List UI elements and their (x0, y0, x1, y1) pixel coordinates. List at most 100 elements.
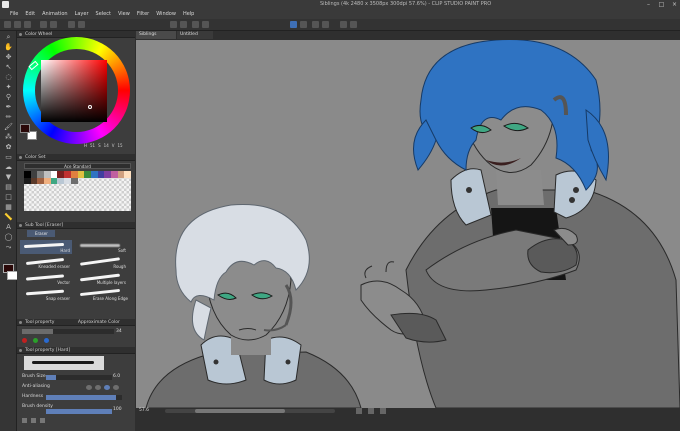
menu-select[interactable]: Select (96, 10, 111, 19)
wrench-icon[interactable] (31, 418, 36, 423)
color-swatch[interactable] (77, 171, 85, 178)
color-swatch[interactable] (44, 177, 51, 184)
rotate-left-icon[interactable] (356, 408, 362, 414)
menu-edit[interactable]: Edit (25, 10, 35, 19)
rotate-right-icon[interactable] (368, 408, 374, 414)
operation-icon[interactable]: ↖ (4, 63, 13, 71)
rotate-button[interactable] (350, 21, 357, 28)
ruler-icon[interactable]: 📏 (4, 213, 13, 221)
ruler-button[interactable] (312, 21, 319, 28)
saturation-value-square[interactable] (41, 60, 107, 122)
color-swatch[interactable] (124, 171, 131, 178)
color-swatch[interactable] (84, 171, 91, 178)
close-icon[interactable]: × (671, 1, 678, 8)
new-file-button[interactable] (4, 21, 11, 28)
blend-icon[interactable]: ☁ (4, 163, 13, 171)
move-icon[interactable]: ✥ (4, 53, 13, 61)
maximize-icon[interactable]: □ (658, 1, 665, 8)
color-swatch[interactable] (50, 177, 58, 184)
gradient-icon[interactable]: ▤ (4, 183, 13, 191)
main-color-indicator[interactable] (20, 124, 30, 133)
color-swatch[interactable] (24, 177, 31, 184)
color-set-header[interactable]: Color Set (17, 154, 135, 161)
menu-view[interactable]: View (118, 10, 130, 19)
brush-hard[interactable]: Hard (20, 240, 72, 254)
menu-window[interactable]: Window (156, 10, 176, 19)
grid-button[interactable] (322, 21, 329, 28)
snap-button[interactable] (170, 21, 177, 28)
brush-vector[interactable]: Vector (20, 272, 72, 286)
pencil-icon[interactable]: ✏ (4, 113, 13, 121)
brush-snap-eraser[interactable]: Snap eraser (20, 288, 72, 302)
color-swatch[interactable] (110, 171, 118, 178)
undo-button[interactable] (40, 21, 47, 28)
text-icon[interactable]: A (4, 223, 13, 231)
lasso-icon[interactable]: ◌ (4, 73, 13, 81)
frame-icon[interactable]: ▦ (4, 203, 13, 211)
fit-icon[interactable] (380, 408, 386, 414)
aa-medium-button[interactable] (104, 385, 110, 390)
blue-dot-icon[interactable] (44, 338, 49, 343)
pen-icon[interactable]: ✒ (4, 103, 13, 111)
zoom-icon[interactable]: ⌕ (4, 33, 13, 41)
minimize-icon[interactable]: – (645, 1, 652, 8)
menu-help[interactable]: Help (183, 10, 194, 19)
menu-animation[interactable]: Animation (42, 10, 68, 19)
tool-property-hard-header[interactable]: Tool property [Hard] (17, 347, 135, 354)
menu-filter[interactable]: Filter (137, 10, 149, 19)
balloon-icon[interactable]: ◯ (4, 233, 13, 241)
opacity-track[interactable] (22, 329, 114, 334)
color-swatch[interactable] (30, 177, 38, 184)
redo-button[interactable] (50, 21, 57, 28)
open-button[interactable] (14, 21, 21, 28)
color-set-dropdown[interactable]: Ace Standard (24, 163, 131, 169)
menu-file[interactable]: File (10, 10, 18, 19)
document-tab-siblings[interactable]: Siblings (136, 31, 176, 39)
color-swatch[interactable] (104, 171, 111, 178)
decoration-icon[interactable]: ✿ (4, 143, 13, 151)
brush-rough[interactable]: Rough (76, 256, 128, 270)
color-swatch[interactable] (64, 177, 71, 184)
approximate-color-tab[interactable]: Approximate Color (78, 320, 120, 325)
tool-property-tab[interactable]: Tool property (25, 320, 54, 325)
brush-soft[interactable]: Soft (76, 240, 128, 254)
zoom-value[interactable]: 57.6 (139, 408, 149, 413)
sv-marker[interactable] (88, 105, 92, 109)
clear-button[interactable] (68, 21, 75, 28)
subtool-header[interactable]: Sub Tool [Eraser] (17, 222, 135, 229)
color-set-grid[interactable] (24, 171, 131, 211)
menu-layer[interactable]: Layer (75, 10, 89, 19)
flip-button[interactable] (340, 21, 347, 28)
lasso-button[interactable] (300, 21, 307, 28)
eraser-icon[interactable]: ▭ (4, 153, 13, 161)
transform-button[interactable] (78, 21, 85, 28)
reset-icon[interactable] (40, 418, 45, 423)
hand-icon[interactable]: ✋ (4, 43, 13, 51)
red-dot-icon[interactable] (22, 338, 27, 343)
drawing-canvas[interactable] (136, 40, 680, 408)
aa-none-button[interactable] (86, 385, 92, 390)
green-dot-icon[interactable] (33, 338, 38, 343)
correct-line-icon[interactable]: ⤳ (4, 243, 13, 251)
aa-strong-button[interactable] (113, 385, 119, 390)
brush-multiple-layers[interactable]: Multiple layers (76, 272, 128, 286)
horizontal-scrollbar[interactable] (165, 409, 335, 413)
color-swatch[interactable] (70, 177, 78, 184)
scroll-thumb[interactable] (195, 409, 285, 413)
brush-icon[interactable]: 🖌 (4, 123, 13, 131)
auto-select-icon[interactable]: ✦ (4, 83, 13, 91)
brush-erase-along-edge[interactable]: Erase Along Edge (76, 288, 128, 302)
document-tab-untitled[interactable]: Untitled (177, 31, 213, 39)
color-swatch[interactable] (97, 171, 105, 178)
color-swatch[interactable] (37, 177, 45, 184)
eyedropper-icon[interactable]: ⚲ (4, 93, 13, 101)
brush-kneaded-eraser[interactable]: Kneaded eraser (20, 256, 72, 270)
app-icon[interactable] (2, 1, 9, 8)
color-swatch[interactable] (117, 171, 125, 178)
snap-grid-button[interactable] (192, 21, 199, 28)
save-button[interactable] (24, 21, 31, 28)
subtool-tab-eraser[interactable]: Eraser (27, 230, 55, 237)
snap-ruler-button[interactable] (180, 21, 187, 28)
snap-special-button[interactable] (202, 21, 209, 28)
tool-property-header[interactable]: Tool property Approximate Color (17, 319, 135, 326)
